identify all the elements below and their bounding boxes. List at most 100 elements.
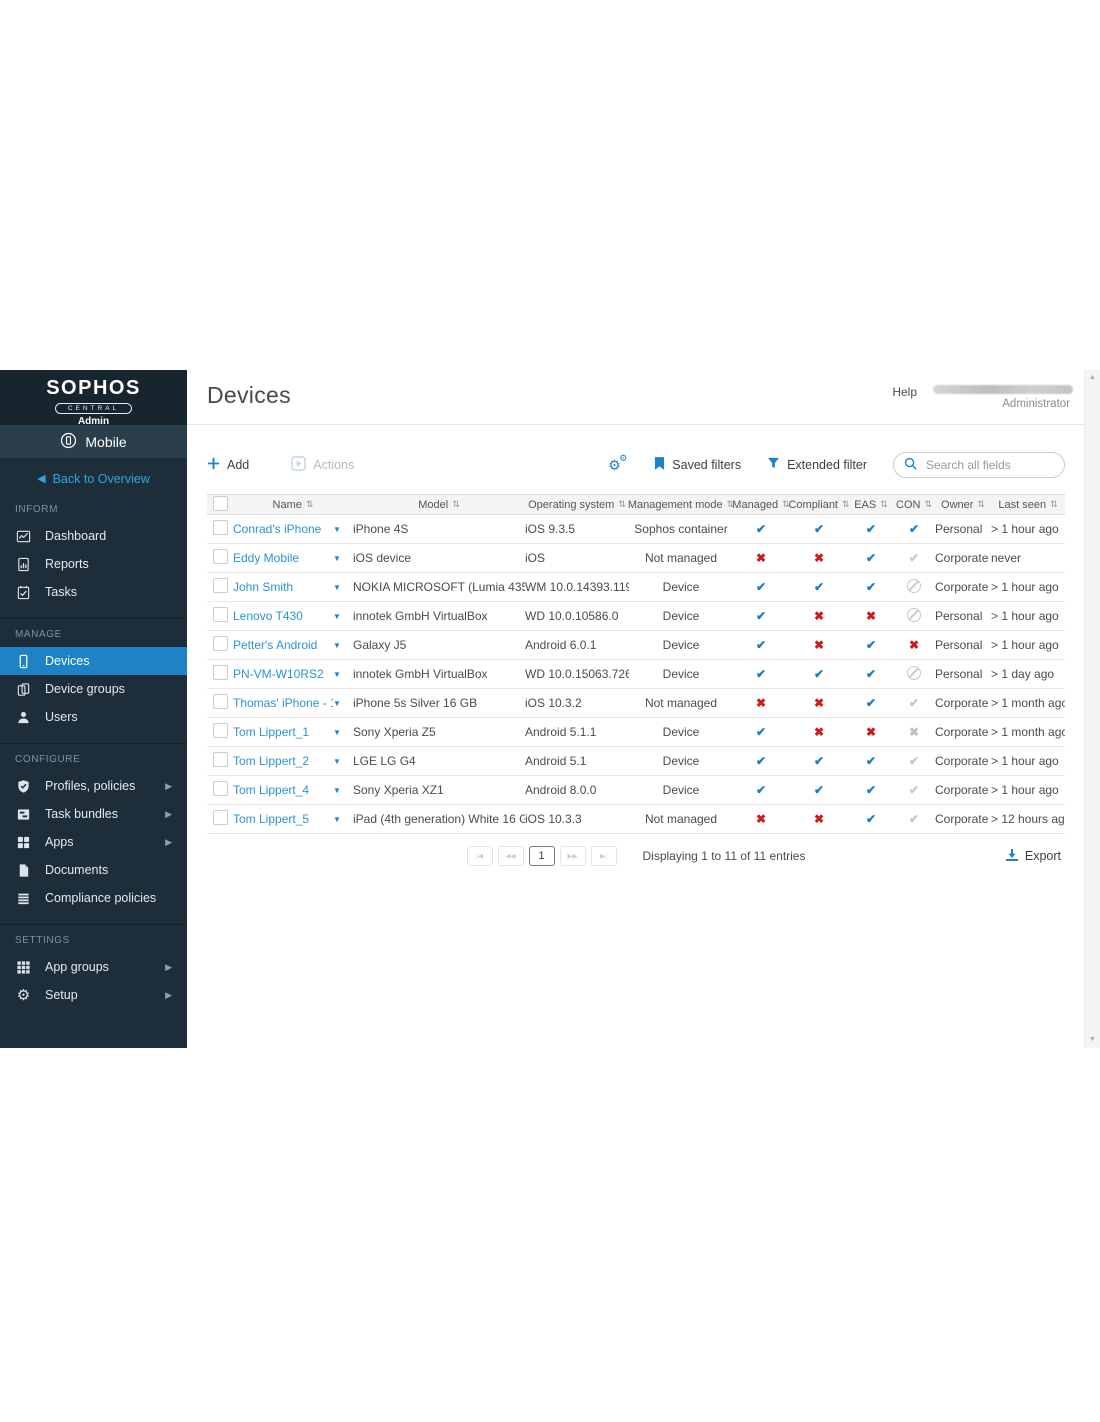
con-status-cell: ✔ (893, 754, 935, 768)
export-button[interactable]: Export (1005, 848, 1061, 865)
help-link[interactable]: Help (892, 385, 917, 399)
device-name-link[interactable]: Thomas' iPhone - 1 (233, 696, 333, 710)
last-seen-cell: > 1 hour ago (991, 754, 1065, 768)
pager-next-button[interactable]: ▶▶ (560, 846, 586, 866)
row-menu-caret-icon[interactable]: ▼ (333, 612, 353, 621)
row-menu-caret-icon[interactable]: ▼ (333, 728, 353, 737)
extended-filter-button[interactable]: Extended filter (767, 457, 867, 473)
sidebar-item-profiles-policies[interactable]: Profiles, policies ▶ (0, 772, 187, 800)
last-seen-cell: > 1 hour ago (991, 580, 1065, 594)
row-menu-caret-icon[interactable]: ▼ (333, 670, 353, 679)
row-checkbox-cell (207, 694, 233, 712)
sidebar-item-dashboard[interactable]: Dashboard (0, 522, 187, 550)
device-name-link[interactable]: John Smith (233, 580, 333, 594)
row-menu-caret-icon[interactable]: ▼ (333, 641, 353, 650)
scroll-up-arrow-icon[interactable]: ▲ (1085, 372, 1100, 384)
row-checkbox[interactable] (213, 578, 228, 593)
device-name-link[interactable]: Eddy Mobile (233, 551, 333, 565)
table-row: John Smith▼NOKIA MICROSOFT (Lumia 435) (… (207, 573, 1065, 602)
actions-icon (291, 456, 306, 474)
row-menu-caret-icon[interactable]: ▼ (333, 554, 353, 563)
owner-cell: Corporate (935, 783, 991, 797)
search-input[interactable] (924, 457, 1054, 473)
con-status-cell: ✔ (893, 522, 935, 536)
saved-filters-button[interactable]: Saved filters (654, 456, 741, 474)
sidebar-item-reports[interactable]: Reports (0, 550, 187, 578)
vertical-scrollbar[interactable]: ▲ ▼ (1084, 370, 1100, 1048)
device-name-link[interactable]: Tom Lippert_4 (233, 783, 333, 797)
row-menu-caret-icon[interactable]: ▼ (333, 815, 353, 824)
row-menu-caret-icon[interactable]: ▼ (333, 786, 353, 795)
sidebar-item-label: Documents (45, 863, 108, 877)
pager-current-page[interactable]: 1 (529, 846, 555, 866)
eas-status-cell: ✔ (849, 783, 893, 797)
column-header-management-mode[interactable]: Management mode⇅ (629, 499, 733, 511)
managed-status-cell: ✔ (733, 783, 789, 797)
column-header-os[interactable]: Operating system⇅ (525, 499, 629, 511)
check-icon: ✔ (909, 522, 919, 536)
toolbar: Add Actions ⚙⚙ Saved filters Extended fi… (207, 451, 1065, 479)
back-to-overview-link[interactable]: ◀ Back to Overview (0, 458, 187, 494)
sidebar-item-apps[interactable]: Apps ▶ (0, 828, 187, 856)
sidebar-item-documents[interactable]: Documents (0, 856, 187, 884)
column-header-owner[interactable]: Owner⇅ (935, 499, 991, 511)
sidebar-item-app-groups[interactable]: App groups ▶ (0, 953, 187, 981)
management-mode-cell: Device (629, 638, 733, 652)
section-label: MANAGE (0, 619, 187, 647)
row-checkbox-cell (207, 752, 233, 770)
row-checkbox[interactable] (213, 607, 228, 622)
column-header-eas[interactable]: EAS⇅ (849, 499, 893, 511)
column-header-compliant[interactable]: Compliant⇅ (789, 499, 849, 511)
column-header-last-seen[interactable]: Last seen⇅ (991, 499, 1065, 511)
row-checkbox[interactable] (213, 723, 228, 738)
row-checkbox[interactable] (213, 636, 228, 651)
chevron-right-icon: ▶ (165, 837, 172, 848)
sidebar-item-devices[interactable]: Devices (0, 647, 187, 675)
scroll-down-arrow-icon[interactable]: ▼ (1085, 1034, 1100, 1046)
account-name-redacted[interactable] (933, 385, 1073, 394)
sidebar-item-compliance-policies[interactable]: Compliance policies (0, 884, 187, 912)
chevron-right-icon: ▶ (165, 809, 172, 820)
column-header-managed[interactable]: Managed⇅ (733, 499, 789, 511)
row-checkbox[interactable] (213, 665, 228, 680)
row-checkbox[interactable] (213, 810, 228, 825)
sidebar-item-task-bundles[interactable]: Task bundles ▶ (0, 800, 187, 828)
bookmark-icon (654, 456, 665, 474)
device-name-link[interactable]: Petter's Android (233, 638, 333, 652)
row-checkbox[interactable] (213, 520, 228, 535)
sidebar-item-users[interactable]: Users (0, 703, 187, 731)
device-name-link[interactable]: Tom Lippert_5 (233, 812, 333, 826)
device-name-link[interactable]: PN-VM-W10RS2 (233, 667, 333, 681)
column-header-model[interactable]: Model⇅ (353, 499, 525, 511)
select-all-checkbox[interactable] (213, 496, 228, 511)
row-menu-caret-icon[interactable]: ▼ (333, 699, 353, 708)
row-checkbox[interactable] (213, 549, 228, 564)
sidebar-section-settings: SETTINGS App groups ▶ ⚙ Setup ▶ (0, 924, 187, 1015)
sidebar-item-tasks[interactable]: Tasks (0, 578, 187, 606)
row-checkbox[interactable] (213, 781, 228, 796)
table-settings-button[interactable]: ⚙⚙ (608, 456, 628, 474)
sidebar-item-device-groups[interactable]: Device groups (0, 675, 187, 703)
column-header-name[interactable]: Name⇅ (233, 499, 353, 511)
row-menu-caret-icon[interactable]: ▼ (333, 757, 353, 766)
device-name-link[interactable]: Lenovo T430 (233, 609, 333, 623)
pager-first-button[interactable]: |◀ (467, 846, 493, 866)
add-button[interactable]: Add (207, 457, 249, 473)
column-header-con[interactable]: CON⇅ (893, 499, 935, 511)
sidebar-item-setup[interactable]: ⚙ Setup ▶ (0, 981, 187, 1009)
pager-last-button[interactable]: ▶| (591, 846, 617, 866)
app-switcher-mobile[interactable]: Mobile (0, 425, 187, 458)
model-cell: Sony Xperia Z5 (353, 725, 525, 739)
last-seen-cell: > 12 hours ago (991, 812, 1065, 826)
actions-button[interactable]: Actions (291, 456, 354, 474)
check-icon: ✔ (756, 609, 766, 623)
device-name-link[interactable]: Tom Lippert_2 (233, 754, 333, 768)
pager-prev-button[interactable]: ◀◀ (498, 846, 524, 866)
row-menu-caret-icon[interactable]: ▼ (333, 525, 353, 534)
row-checkbox[interactable] (213, 752, 228, 767)
device-name-link[interactable]: Tom Lippert_1 (233, 725, 333, 739)
chevron-right-icon: ▶ (165, 781, 172, 792)
row-menu-caret-icon[interactable]: ▼ (333, 583, 353, 592)
device-name-link[interactable]: Conrad's iPhone (233, 522, 333, 536)
row-checkbox[interactable] (213, 694, 228, 709)
